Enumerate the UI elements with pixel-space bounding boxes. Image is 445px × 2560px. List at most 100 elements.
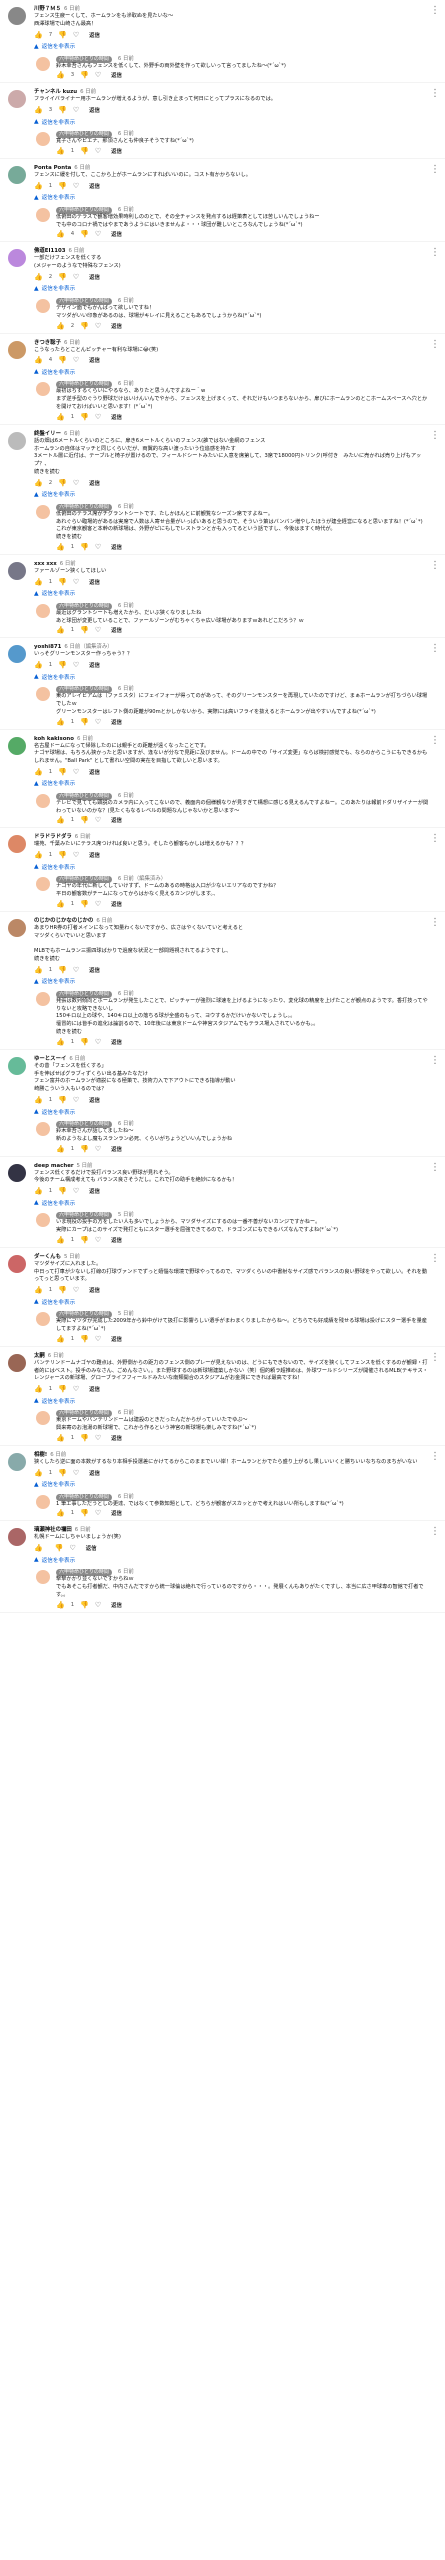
owner-avatar[interactable] bbox=[36, 56, 50, 71]
thumb-down-icon[interactable]: 👎 bbox=[80, 1335, 89, 1343]
owner-avatar[interactable] bbox=[36, 132, 50, 147]
avatar[interactable] bbox=[8, 165, 26, 184]
toggle-replies-button[interactable]: ▲ 返信を非表示 bbox=[34, 588, 431, 599]
reply-button[interactable]: 返信 bbox=[89, 479, 100, 487]
owner-badge[interactable]: 六甲特命ひとりの時間 bbox=[56, 503, 112, 511]
more-options-icon[interactable]: ⋮ bbox=[430, 1526, 440, 1537]
thumb-down-icon[interactable]: 👎 bbox=[58, 479, 67, 487]
reply-button[interactable]: 返信 bbox=[111, 71, 122, 79]
thumb-up-icon[interactable]: 👍 bbox=[56, 147, 65, 155]
thumb-up-icon[interactable]: 👍 bbox=[56, 1509, 65, 1517]
more-options-icon[interactable]: ⋮ bbox=[430, 643, 440, 654]
reply-button[interactable]: 返信 bbox=[89, 1187, 100, 1195]
reply-button[interactable]: 返信 bbox=[89, 1286, 100, 1294]
thumb-down-icon[interactable]: 👎 bbox=[80, 543, 89, 551]
more-options-icon[interactable]: ⋮ bbox=[430, 1451, 440, 1462]
comment-author[interactable]: 川野７Ｍ５ bbox=[34, 6, 61, 12]
avatar[interactable] bbox=[8, 561, 26, 580]
owner-avatar[interactable] bbox=[36, 687, 50, 702]
reply-button[interactable]: 返信 bbox=[111, 1236, 122, 1244]
toggle-replies-button[interactable]: ▲ 返信を非表示 bbox=[34, 778, 431, 789]
owner-avatar[interactable] bbox=[36, 1122, 50, 1137]
reply-button[interactable]: 返信 bbox=[89, 578, 100, 586]
toggle-replies-button[interactable]: ▲ 返信を非表示 bbox=[34, 1106, 431, 1117]
avatar[interactable] bbox=[8, 249, 26, 268]
thumb-down-icon[interactable]: 👎 bbox=[58, 1385, 67, 1393]
thumb-up-icon[interactable]: 👍 bbox=[56, 1145, 65, 1153]
thumb-down-icon[interactable]: 👎 bbox=[58, 356, 67, 364]
more-options-icon[interactable]: ⋮ bbox=[430, 339, 440, 350]
owner-badge[interactable]: 六甲特命ひとりの時間 bbox=[56, 55, 112, 63]
owner-avatar[interactable] bbox=[36, 207, 50, 222]
thumb-down-icon[interactable]: 👎 bbox=[58, 1187, 67, 1195]
reply-button[interactable]: 返信 bbox=[111, 1509, 122, 1517]
more-options-icon[interactable]: ⋮ bbox=[430, 917, 440, 928]
thumb-down-icon[interactable]: 👎 bbox=[58, 273, 67, 281]
reply-button[interactable]: 返信 bbox=[89, 768, 100, 776]
avatar[interactable] bbox=[8, 1452, 26, 1471]
thumb-down-icon[interactable]: 👎 bbox=[80, 413, 89, 421]
owner-avatar[interactable] bbox=[36, 1494, 50, 1509]
more-options-icon[interactable]: ⋮ bbox=[430, 1055, 440, 1066]
owner-avatar[interactable] bbox=[36, 382, 50, 397]
thumb-down-icon[interactable]: 👎 bbox=[80, 322, 89, 330]
owner-badge[interactable]: 六甲特命ひとりの時間 bbox=[56, 792, 112, 800]
thumb-down-icon[interactable]: 👎 bbox=[80, 626, 89, 634]
owner-avatar[interactable] bbox=[36, 1312, 50, 1327]
avatar[interactable] bbox=[8, 340, 26, 359]
more-options-icon[interactable]: ⋮ bbox=[430, 833, 440, 844]
thumb-down-icon[interactable]: 👎 bbox=[58, 1286, 67, 1294]
reply-button[interactable]: 返信 bbox=[111, 1434, 122, 1442]
comment-author[interactable]: deep macher bbox=[34, 1163, 74, 1169]
thumb-up-icon[interactable]: 👍 bbox=[34, 182, 43, 190]
thumb-down-icon[interactable]: 👎 bbox=[55, 1544, 64, 1552]
owner-badge[interactable]: 六甲特命ひとりの時間 bbox=[56, 297, 112, 305]
reply-button[interactable]: 返信 bbox=[111, 900, 122, 908]
comment-author[interactable]: ゆーとスーイ bbox=[34, 1056, 66, 1062]
thumb-up-icon[interactable]: 👍 bbox=[56, 1236, 65, 1244]
reply-button[interactable]: 返信 bbox=[89, 1096, 100, 1104]
avatar[interactable] bbox=[8, 1528, 26, 1547]
thumb-down-icon[interactable]: 👎 bbox=[80, 1236, 89, 1244]
thumb-down-icon[interactable]: 👎 bbox=[80, 1509, 89, 1517]
reply-button[interactable]: 返信 bbox=[89, 106, 100, 114]
owner-badge[interactable]: 六甲特命ひとりの時間 bbox=[56, 1121, 112, 1129]
owner-avatar[interactable] bbox=[36, 1213, 50, 1228]
thumb-down-icon[interactable]: 👎 bbox=[58, 661, 67, 669]
reply-button[interactable]: 返信 bbox=[89, 273, 100, 281]
comment-author[interactable]: koh kakisono bbox=[34, 736, 74, 742]
comment-author[interactable]: 太嗣 bbox=[34, 1353, 45, 1359]
thumb-up-icon[interactable]: 👍 bbox=[56, 1434, 65, 1442]
avatar[interactable] bbox=[8, 645, 26, 664]
reply-button[interactable]: 返信 bbox=[111, 1335, 122, 1343]
avatar[interactable] bbox=[8, 431, 26, 450]
owner-badge[interactable]: 六甲特命ひとりの時間 bbox=[56, 206, 112, 214]
reply-button[interactable]: 返信 bbox=[89, 966, 100, 974]
thumb-up-icon[interactable]: 👍 bbox=[34, 1544, 43, 1552]
reply-button[interactable]: 返信 bbox=[89, 356, 100, 364]
avatar[interactable] bbox=[8, 835, 26, 854]
comment-author[interactable]: チャンネル kuzu bbox=[34, 89, 77, 95]
owner-avatar[interactable] bbox=[36, 1570, 50, 1585]
comment-author[interactable]: のじかのじかなのじかの bbox=[34, 918, 93, 924]
comment-author[interactable]: 相樹! bbox=[34, 1452, 47, 1458]
comment-author[interactable]: yoshi871 bbox=[34, 644, 61, 650]
thumb-up-icon[interactable]: 👍 bbox=[34, 1385, 43, 1393]
toggle-replies-button[interactable]: ▲ 返信を非表示 bbox=[34, 671, 431, 682]
thumb-up-icon[interactable]: 👍 bbox=[34, 661, 43, 669]
reply-button[interactable]: 返信 bbox=[89, 851, 100, 859]
thumb-up-icon[interactable]: 👍 bbox=[34, 356, 43, 364]
avatar[interactable] bbox=[8, 918, 26, 937]
avatar[interactable] bbox=[8, 1353, 26, 1372]
reply-button[interactable]: 返信 bbox=[111, 230, 122, 238]
thumb-up-icon[interactable]: 👍 bbox=[34, 1187, 43, 1195]
thumb-up-icon[interactable]: 👍 bbox=[56, 626, 65, 634]
thumb-up-icon[interactable]: 👍 bbox=[34, 966, 43, 974]
owner-avatar[interactable] bbox=[36, 504, 50, 519]
owner-avatar[interactable] bbox=[36, 991, 50, 1006]
thumb-up-icon[interactable]: 👍 bbox=[56, 900, 65, 908]
reply-button[interactable]: 返信 bbox=[89, 1385, 100, 1393]
thumb-down-icon[interactable]: 👎 bbox=[80, 71, 89, 79]
thumb-down-icon[interactable]: 👎 bbox=[80, 1601, 89, 1609]
reply-button[interactable]: 返信 bbox=[111, 543, 122, 551]
